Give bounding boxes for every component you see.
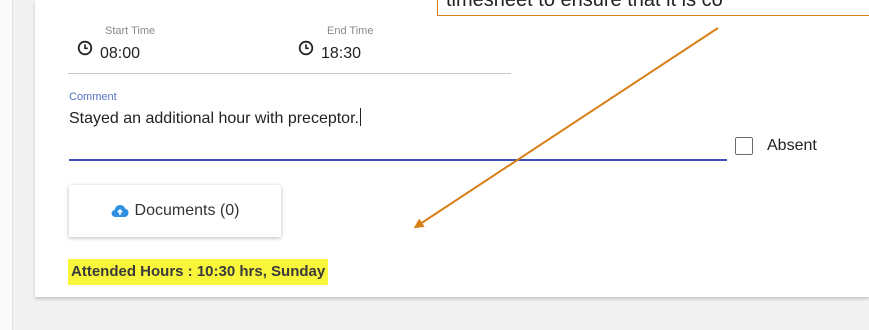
time-fields-underline — [68, 73, 511, 74]
annotation-callout-text: timesheet to ensure that it is co — [446, 0, 723, 11]
clock-icon — [77, 40, 93, 61]
absent-label: Absent — [767, 137, 817, 154]
start-time-value[interactable]: 08:00 — [100, 45, 140, 63]
end-time-label: End Time — [327, 25, 374, 37]
text-caret — [359, 108, 361, 126]
documents-button-label: Documents (0) — [134, 202, 240, 219]
documents-button[interactable]: Documents (0) — [69, 185, 281, 237]
clock-icon — [298, 40, 314, 61]
cloud-upload-icon — [111, 204, 129, 218]
absent-checkbox[interactable] — [735, 137, 753, 155]
left-rail — [0, 0, 13, 330]
comment-input[interactable]: Stayed an additional hour with preceptor… — [69, 108, 725, 148]
start-time-label: Start Time — [105, 25, 156, 37]
comment-underline — [69, 159, 727, 161]
comment-label: Comment — [69, 91, 117, 103]
attended-hours-summary: Attended Hours : 10:30 hrs, Sunday — [68, 259, 329, 285]
annotation-callout: timesheet to ensure that it is co — [437, 0, 869, 16]
end-time-value[interactable]: 18:30 — [321, 45, 361, 63]
absent-checkbox-group[interactable]: Absent — [735, 137, 817, 155]
comment-text: Stayed an additional hour with preceptor… — [69, 110, 359, 127]
